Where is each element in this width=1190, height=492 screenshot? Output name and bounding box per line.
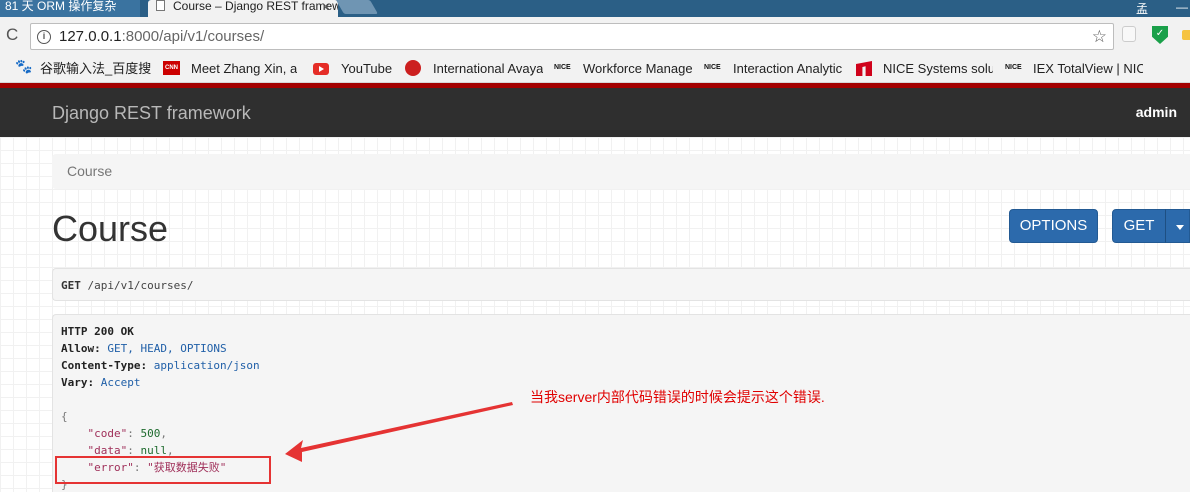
shield-extension-icon[interactable]: ✓: [1152, 26, 1168, 44]
nice-icon: NICE: [1005, 64, 1022, 71]
tab-course[interactable]: Course – Django REST framework ×: [148, 0, 338, 17]
tab-orm[interactable]: 81 天 ORM 操作复杂: [0, 0, 140, 17]
bookmark-item[interactable]: International Avaya: [433, 61, 543, 77]
annotation-arrow: [285, 402, 513, 462]
extension-page-icon[interactable]: [1122, 26, 1136, 42]
tab-strip: 81 天 ORM 操作复杂 Course – Django REST frame…: [0, 0, 1190, 17]
bookmark-item[interactable]: NICE Systems solut: [883, 61, 993, 77]
tab-label: Course – Django REST framework: [173, 0, 338, 13]
navbar: Django REST framework admin: [0, 88, 1190, 137]
bookmark-item[interactable]: YouTube: [341, 61, 401, 77]
bookmark-item[interactable]: Interaction Analytic: [733, 61, 843, 77]
tab-label: 81 天 ORM 操作复杂: [5, 0, 117, 13]
address-bar[interactable]: i 127.0.0.1:8000/api/v1/courses/ ☆: [30, 23, 1114, 50]
nice-icon: NICE: [554, 64, 571, 71]
paw-icon: 🐾: [15, 58, 33, 74]
main-content: Course Course OPTIONS GET GET /api/v1/co…: [0, 137, 1190, 492]
bookmark-star-icon[interactable]: ☆: [1092, 27, 1107, 47]
close-icon[interactable]: ×: [322, 0, 330, 13]
minimize-button[interactable]: —: [1176, 0, 1188, 14]
bookmark-item[interactable]: Meet Zhang Xin, a: [191, 61, 297, 77]
browser-toolbar: C i 127.0.0.1:8000/api/v1/courses/ ☆ ✓: [0, 17, 1190, 55]
reload-icon[interactable]: C: [6, 26, 18, 44]
new-tab-button[interactable]: [335, 0, 379, 14]
youtube-icon: [313, 63, 329, 75]
red-logo-icon: [856, 61, 872, 76]
url-text[interactable]: 127.0.0.1:8000/api/v1/courses/: [59, 28, 264, 45]
nice-icon: NICE: [704, 64, 721, 71]
brand-link[interactable]: Django REST framework: [52, 103, 251, 124]
extension-icon[interactable]: [1182, 30, 1190, 40]
cnn-icon: CNN: [163, 61, 180, 75]
avaya-icon: [405, 60, 421, 76]
profile-button[interactable]: 孟: [1136, 0, 1148, 17]
info-icon[interactable]: i: [37, 30, 51, 44]
page-icon: [156, 0, 165, 11]
bookmark-item[interactable]: IEX TotalView | NIC: [1033, 61, 1143, 77]
user-menu[interactable]: admin: [1136, 104, 1177, 120]
bookmark-item[interactable]: Workforce Manage: [583, 61, 693, 77]
url-path: :8000/api/v1/courses/: [121, 28, 265, 45]
url-host: 127.0.0.1: [59, 28, 122, 45]
arrow-shape: [285, 402, 513, 462]
bookmark-item[interactable]: 谷歌输入法_百度搜索: [40, 61, 152, 77]
bookmarks-bar: 🐾 谷歌输入法_百度搜索 CNN Meet Zhang Xin, a YouTu…: [0, 55, 1190, 83]
